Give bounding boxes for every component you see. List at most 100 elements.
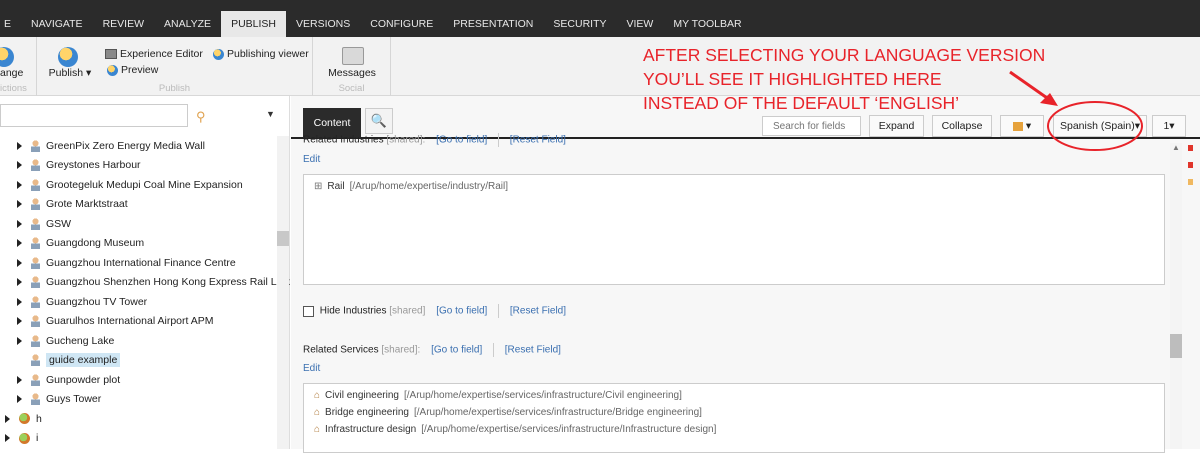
item-path: [/Arup/home/expertise/services/infrastru… xyxy=(403,390,682,401)
ribbon-group-publish: Publish ▾ Experience Editor Preview Publ… xyxy=(37,37,313,96)
tree-item[interactable]: GreenPix Zero Energy Media Wall xyxy=(17,136,205,155)
expand-arrow-icon[interactable] xyxy=(17,239,22,247)
expand-arrow-icon[interactable] xyxy=(5,414,10,423)
reset-field-link[interactable]: [Reset Field] xyxy=(510,306,566,317)
item-name: Bridge engineering xyxy=(325,407,409,418)
validation-error-marker[interactable] xyxy=(1188,162,1193,168)
item-name: Infrastructure design xyxy=(325,424,417,435)
tab-security[interactable]: SECURITY xyxy=(543,11,616,37)
services-edit-link[interactable]: Edit xyxy=(303,363,320,374)
tab-my-toolbar[interactable]: MY TOOLBAR xyxy=(663,11,751,37)
scroll-up-icon[interactable]: ▲ xyxy=(1170,143,1182,152)
tree-item[interactable]: Guangdong Museum xyxy=(17,234,144,253)
expand-arrow-icon[interactable] xyxy=(17,161,22,169)
tab-navigate[interactable]: NAVIGATE xyxy=(21,11,93,37)
search-tab[interactable]: 🔍 xyxy=(365,108,393,134)
tree-dropdown-icon[interactable]: ▼ xyxy=(266,109,275,119)
publish-button[interactable]: Publish ▾ xyxy=(48,67,92,79)
expand-arrow-icon[interactable] xyxy=(17,200,22,208)
list-item[interactable]: ⌂ Civil engineering [/Arup/home/expertis… xyxy=(314,390,682,401)
publishing-viewer-button[interactable]: Publishing viewer xyxy=(213,48,309,60)
list-item[interactable]: ⌂ Bridge engineering [/Arup/home/experti… xyxy=(314,407,702,418)
tab-review[interactable]: REVIEW xyxy=(93,11,154,37)
tree-item[interactable]: i xyxy=(5,429,38,448)
related-industries-box[interactable]: ⊞ Rail [/Arup/home/expertise/industry/Ra… xyxy=(303,174,1165,285)
tab-versions[interactable]: VERSIONS xyxy=(286,11,360,37)
annotation-line: AFTER SELECTING YOUR LANGUAGE VERSION xyxy=(643,45,1046,65)
chevron-down-icon: ▾ xyxy=(86,67,92,79)
language-dropdown-button[interactable]: Spanish (Spain)▾ xyxy=(1053,115,1147,137)
related-industries-header: Related Industries [shared]: [Go to fiel… xyxy=(303,133,566,147)
goto-field-link[interactable]: [Go to field] xyxy=(436,135,487,146)
tab-configure[interactable]: CONFIGURE xyxy=(360,11,443,37)
goto-field-link[interactable]: [Go to field] xyxy=(431,345,482,356)
expand-button[interactable]: Expand xyxy=(869,115,924,137)
expand-arrow-icon[interactable] xyxy=(17,258,22,267)
person-icon xyxy=(31,373,40,386)
editor-scrollbar[interactable]: ▲ xyxy=(1170,143,1182,449)
expand-arrow-icon[interactable] xyxy=(17,297,22,306)
editor-scrollbar-thumb[interactable] xyxy=(1170,334,1182,358)
save-dropdown-button[interactable]: ▾ xyxy=(1000,115,1044,137)
expand-arrow-icon[interactable] xyxy=(17,141,22,150)
chevron-down-icon: ▾ xyxy=(1169,120,1175,132)
expand-arrow-icon[interactable] xyxy=(17,317,22,325)
goto-field-link[interactable]: [Go to field] xyxy=(436,306,487,317)
messages-button[interactable]: Messages xyxy=(313,67,391,79)
expand-arrow-icon[interactable] xyxy=(17,336,22,345)
tree-item[interactable]: Grote Marktstraat xyxy=(17,195,128,214)
reset-field-link[interactable]: [Reset Field] xyxy=(505,345,561,356)
tab-presentation[interactable]: PRESENTATION xyxy=(443,11,543,37)
expand-arrow-icon[interactable] xyxy=(17,375,22,384)
person-icon xyxy=(31,354,40,366)
experience-editor-button[interactable]: Experience Editor xyxy=(105,48,203,60)
expand-arrow-icon[interactable] xyxy=(17,395,22,403)
tab-publish[interactable]: PUBLISH xyxy=(221,11,286,37)
experience-editor-icon xyxy=(105,49,117,59)
preview-button[interactable]: Preview xyxy=(107,64,158,76)
tree-item[interactable]: GSW xyxy=(17,214,71,233)
tree-item-label: GSW xyxy=(46,217,72,230)
expand-arrow-icon[interactable] xyxy=(17,278,22,286)
preview-globe-icon xyxy=(107,64,118,76)
tree-item[interactable]: Gucheng Lake xyxy=(17,331,114,350)
tree-item[interactable]: h xyxy=(5,409,42,428)
industries-edit-link[interactable]: Edit xyxy=(303,154,320,165)
search-icon[interactable]: ⚲ xyxy=(196,109,206,125)
reset-field-link[interactable]: [Reset Field] xyxy=(510,135,566,146)
tree-item[interactable]: Grootegeluk Medupi Coal Mine Expansion xyxy=(17,175,243,194)
tree-item[interactable]: Guangzhou International Finance Centre xyxy=(17,253,236,272)
tree-item[interactable]: Greystones Harbour xyxy=(17,156,141,175)
validation-warning-marker[interactable] xyxy=(1188,179,1193,185)
content-tree-panel: ⚲ ▼ GreenPix Zero Energy Media Wall Greys… xyxy=(0,96,290,449)
leaf-icon xyxy=(19,413,30,424)
tab-view[interactable]: VIEW xyxy=(616,11,663,37)
tree-item[interactable]: guide example xyxy=(17,351,121,370)
tree-scrollbar-thumb[interactable] xyxy=(277,231,289,246)
related-services-box[interactable]: ⌂ Civil engineering [/Arup/home/expertis… xyxy=(303,383,1165,453)
expand-arrow-icon[interactable] xyxy=(5,434,10,442)
tree-item[interactable]: Guangzhou Shenzhen Hong Kong Express Rai… xyxy=(17,273,290,292)
field-search-input[interactable] xyxy=(762,116,861,136)
preview-label: Preview xyxy=(121,64,159,76)
person-icon xyxy=(31,334,40,347)
hide-industries-label: Hide Industries xyxy=(319,305,387,317)
expand-arrow-icon[interactable] xyxy=(17,180,22,189)
tree-item[interactable]: Guangzhou TV Tower xyxy=(17,292,147,311)
tree-item[interactable]: Guarulhos International Airport APM xyxy=(17,312,214,331)
validation-error-marker[interactable] xyxy=(1188,145,1193,151)
tree-item[interactable]: Guys Tower xyxy=(17,390,101,409)
tab-analyze[interactable]: ANALYZE xyxy=(154,11,221,37)
hide-industries-checkbox[interactable] xyxy=(303,305,314,317)
tree-search-input[interactable] xyxy=(0,104,188,127)
tree-scrollbar[interactable] xyxy=(277,136,289,449)
tree-item[interactable]: Gunpowder plot xyxy=(17,370,120,389)
change-button[interactable]: ange xyxy=(0,67,30,79)
collapse-button[interactable]: Collapse xyxy=(932,115,992,137)
tree-item-label: Gucheng Lake xyxy=(46,334,115,347)
tab-home[interactable]: E xyxy=(0,11,21,37)
list-item[interactable]: ⊞ Rail [/Arup/home/expertise/industry/Ra… xyxy=(314,181,508,192)
version-dropdown-button[interactable]: 1▾ xyxy=(1152,115,1186,137)
expand-arrow-icon[interactable] xyxy=(17,219,22,228)
list-item[interactable]: ⌂ Infrastructure design [/Arup/home/expe… xyxy=(314,424,716,435)
